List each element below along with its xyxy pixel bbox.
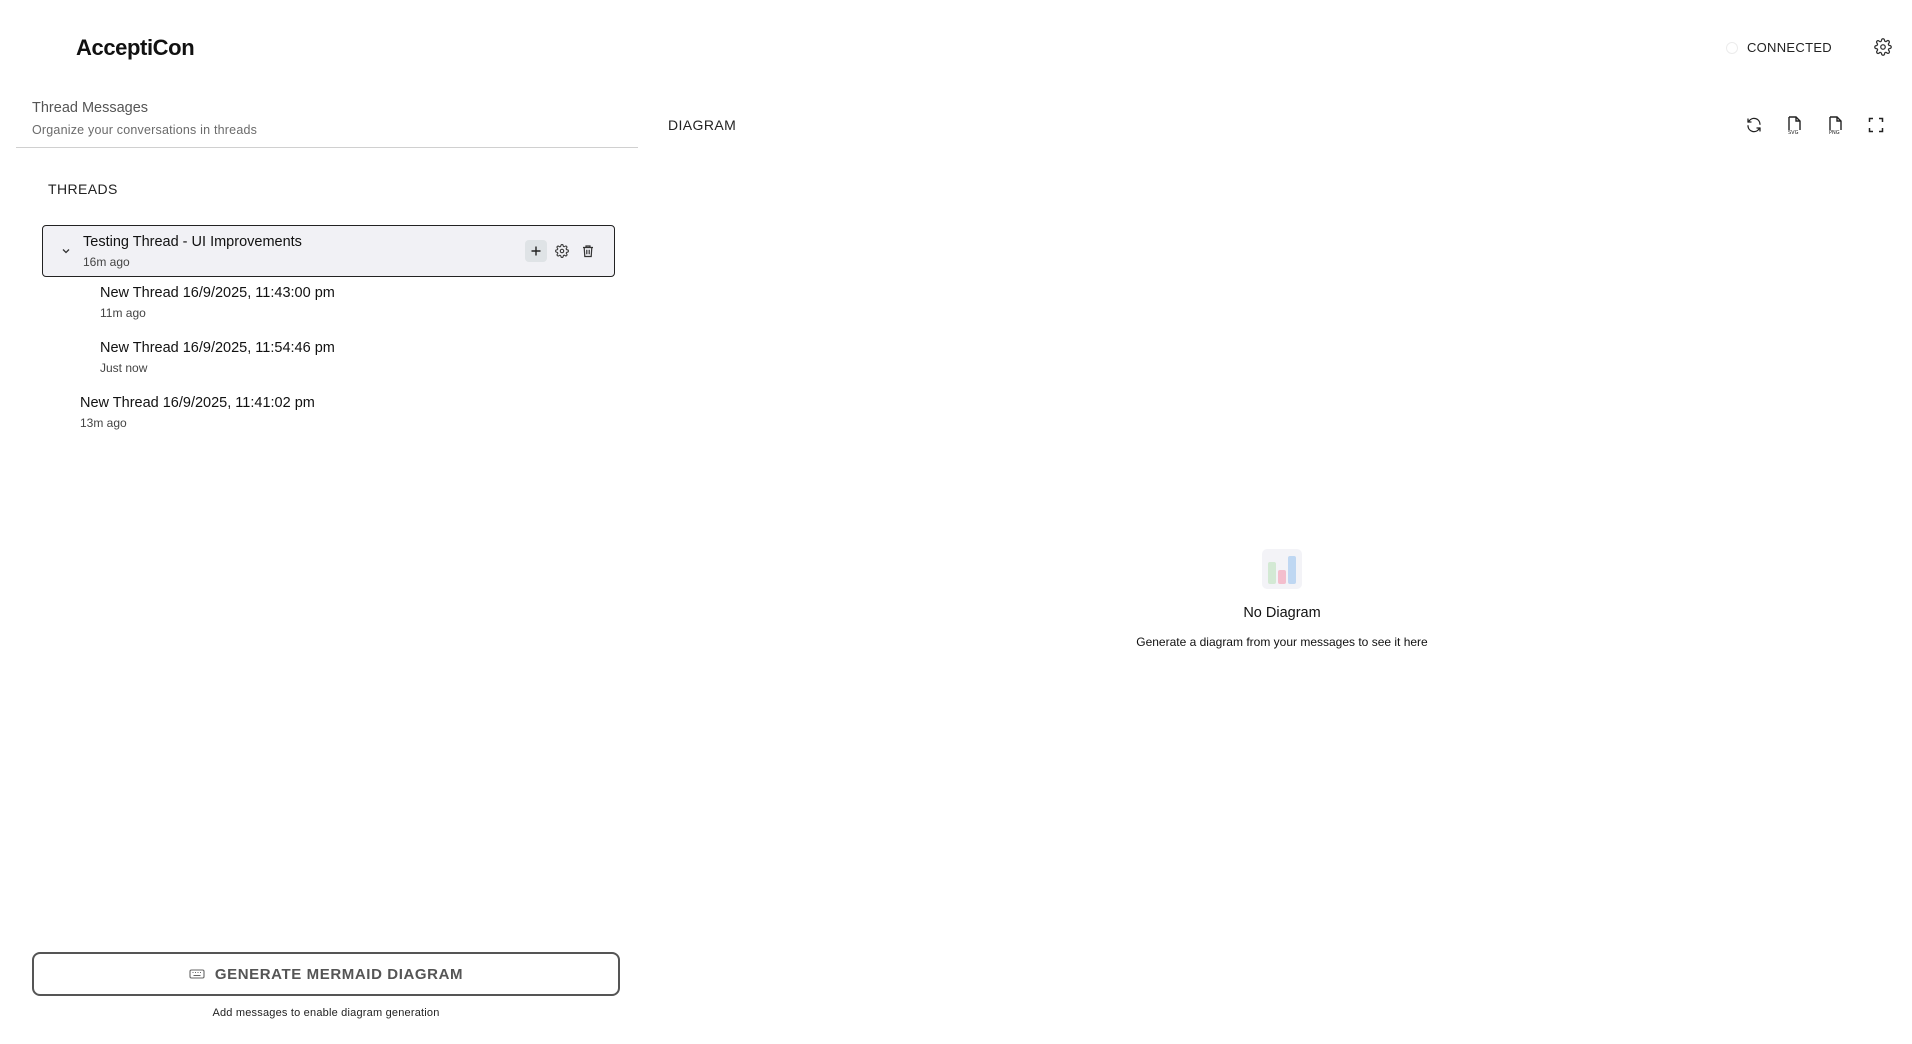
thread-time: 11m ago: [100, 306, 146, 320]
generate-mermaid-diagram-button[interactable]: GENERATE MERMAID DIAGRAM: [32, 952, 620, 996]
status-dot-icon: [1725, 41, 1738, 54]
thread-item-child[interactable]: New Thread 16/9/2025, 11:43:00 pm 11m ag…: [100, 285, 640, 329]
thread-title: Testing Thread - UI Improvements: [83, 234, 302, 250]
thread-settings-button[interactable]: [551, 240, 573, 262]
thread-item-child[interactable]: New Thread 16/9/2025, 11:54:46 pm Just n…: [100, 340, 640, 384]
plus-icon: [531, 246, 541, 256]
threads-section-label: THREADS: [48, 181, 118, 197]
thread-title: New Thread 16/9/2025, 11:41:02 pm: [80, 395, 315, 411]
thread-item-selected[interactable]: Testing Thread - UI Improvements 16m ago: [42, 225, 615, 277]
app-title: AcceptiCon: [76, 35, 195, 60]
threads-panel: Thread Messages Organize your conversati…: [16, 100, 638, 1044]
panel-title: Thread Messages: [32, 100, 149, 116]
gear-icon: [1874, 38, 1892, 56]
connection-status-label: CONNECTED: [1746, 40, 1832, 55]
diagram-empty-state: No Diagram Generate a diagram from your …: [652, 100, 1912, 1044]
settings-button[interactable]: [1874, 38, 1892, 56]
threads-panel-header: Thread Messages Organize your conversati…: [16, 100, 638, 148]
gear-icon: [555, 244, 569, 258]
thread-item[interactable]: New Thread 16/9/2025, 11:41:02 pm 13m ag…: [80, 395, 620, 439]
bar-chart-icon: [1262, 549, 1302, 589]
app-header: AcceptiCon CONNECTED: [0, 0, 1912, 100]
trash-icon: [583, 245, 593, 258]
thread-time: 13m ago: [80, 416, 127, 430]
empty-state-title: No Diagram: [1243, 605, 1321, 621]
thread-time: 16m ago: [83, 255, 130, 269]
diagram-panel: DIAGRAM SVG PNG No Diagram Generate a di…: [652, 100, 1912, 1044]
app-root: AcceptiCon CONNECTED Thread Messages Org…: [0, 0, 1912, 1044]
delete-thread-button[interactable]: [577, 240, 599, 262]
generate-button-label: GENERATE MERMAID DIAGRAM: [214, 965, 464, 983]
panel-subtitle: Organize your conversations in threads: [32, 123, 258, 137]
add-subthread-button[interactable]: [525, 240, 547, 262]
keyboard-icon: [189, 969, 205, 979]
empty-state-subtitle: Generate a diagram from your messages to…: [1136, 635, 1428, 649]
chevron-down-icon[interactable]: [61, 246, 71, 256]
generate-hint: Add messages to enable diagram generatio…: [212, 1007, 440, 1019]
thread-time: Just now: [100, 361, 148, 375]
connection-status: CONNECTED: [1725, 40, 1832, 55]
thread-title: New Thread 16/9/2025, 11:43:00 pm: [100, 285, 335, 301]
thread-title: New Thread 16/9/2025, 11:54:46 pm: [100, 340, 335, 356]
